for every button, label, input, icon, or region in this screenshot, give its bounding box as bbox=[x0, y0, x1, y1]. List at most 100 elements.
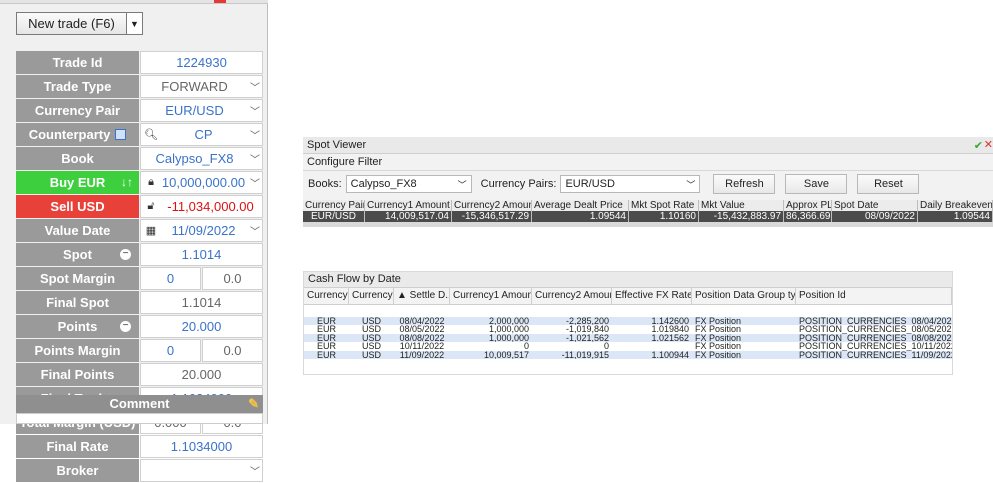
currency-pairs-label: Currency Pairs: bbox=[480, 178, 557, 190]
column-header[interactable]: Effective FX Rate bbox=[612, 288, 692, 304]
counterparty-select[interactable]: 🔍︎ CP ﹀ bbox=[140, 123, 263, 146]
spot-margin-pct-input[interactable]: 0.0 bbox=[202, 267, 263, 290]
currency-pair-label: Currency Pair bbox=[16, 99, 139, 122]
column-header[interactable]: Currency2 Amount bbox=[452, 200, 532, 211]
reset-button[interactable]: Reset bbox=[857, 174, 920, 194]
column-header[interactable]: Average Dealt Price bbox=[532, 200, 629, 211]
final-rate-value: 1.1034000 bbox=[170, 439, 233, 454]
comment-textarea[interactable] bbox=[16, 413, 263, 424]
column-header[interactable]: Currency Pair bbox=[303, 200, 365, 211]
chevron-down-icon[interactable]: ﹀ bbox=[686, 178, 695, 191]
table-row[interactable]: EUR/USD 14,009,517.04 -15,346,517.29 1.0954… bbox=[303, 211, 993, 222]
row-book: Book Calypso_FX8 ﹀ bbox=[16, 147, 263, 170]
column-header[interactable]: Currency1 Amount bbox=[365, 200, 452, 211]
row-spot-margin: Spot Margin 0 0.0 bbox=[16, 267, 263, 290]
currency-pair-value: EUR/USD bbox=[165, 103, 224, 118]
close-icon[interactable]: ✕ bbox=[984, 138, 993, 151]
row-points: Points − 20.000 bbox=[16, 315, 263, 338]
sell-label[interactable]: Sell USD bbox=[16, 195, 139, 218]
pencil-icon[interactable]: ✎ bbox=[248, 395, 259, 413]
table-row[interactable]: EUR USD 10/11/2022 0 0 FX Position POSITION_CU… bbox=[304, 342, 952, 351]
table-cell: POSITION_CURRENCIES_08/08/2022 bbox=[799, 333, 952, 343]
table-row[interactable]: EUR USD 08/08/2022 1,000,000 -1,021,562 1.021… bbox=[304, 333, 952, 343]
contact-card-icon[interactable] bbox=[115, 129, 127, 140]
column-header[interactable]: Currency1 Amount bbox=[450, 288, 532, 304]
table-cell: USD bbox=[361, 325, 381, 334]
value-date-field[interactable]: ▦ 11/09/2022 ﹀ bbox=[140, 219, 263, 242]
final-points-field: 20.000 bbox=[140, 363, 263, 386]
column-header[interactable]: Currency1 bbox=[304, 288, 349, 304]
new-trade-button[interactable]: New trade (F6) bbox=[17, 13, 127, 34]
book-select[interactable]: Calypso_FX8 ﹀ bbox=[140, 147, 263, 170]
buy-label[interactable]: Buy EUR ↓↑ bbox=[16, 171, 139, 194]
table-cell: 86,366.69 bbox=[786, 211, 832, 222]
column-header[interactable]: Approx PL bbox=[784, 200, 832, 211]
points-field[interactable]: 20.000 bbox=[140, 315, 263, 338]
column-header[interactable]: Currency2 Amount bbox=[532, 288, 612, 304]
horizontal-scrollbar[interactable] bbox=[303, 222, 993, 227]
chevron-down-icon[interactable]: ﹀ bbox=[248, 151, 262, 166]
column-header[interactable]: Daily Breakeven bbox=[918, 200, 993, 211]
table-cell: -11,019,915 bbox=[561, 350, 609, 359]
minus-circle-icon[interactable]: − bbox=[120, 249, 131, 260]
spot-margin-input[interactable]: 0 bbox=[140, 267, 201, 290]
currency-pairs-select[interactable]: EUR/USD ﹀ bbox=[560, 175, 701, 193]
spot-margin-fields: 0 0.0 bbox=[140, 267, 263, 290]
refresh-button[interactable]: Refresh bbox=[713, 174, 776, 194]
table-row[interactable]: EUR USD 08/04/2022 2,000,000 -2,285,200 1.142… bbox=[304, 317, 952, 326]
spot-viewer-filter-bar: Books: Calypso_FX8 ﹀ Currency Pairs: EUR… bbox=[303, 171, 993, 197]
table-cell: 08/08/2022 bbox=[399, 333, 445, 343]
buy-amount-field[interactable]: 🔒︎ 10,000,000.00 ﹀ bbox=[140, 171, 263, 194]
table-cell: USD bbox=[361, 342, 381, 351]
column-header[interactable]: Spot Date bbox=[832, 200, 918, 211]
table-cell: 08/09/2022 bbox=[832, 211, 918, 222]
table-cell: EUR bbox=[316, 325, 336, 334]
configure-filter-link[interactable]: Configure Filter bbox=[303, 154, 993, 171]
final-rate-field[interactable]: 1.1034000 bbox=[140, 435, 263, 458]
cash-flow-title: Cash Flow by Date bbox=[304, 272, 952, 288]
column-header[interactable]: Position Id bbox=[796, 288, 952, 304]
table-cell: -1,021,562 bbox=[565, 333, 609, 343]
table-cell: 1.09544 bbox=[918, 211, 993, 222]
trade-id-field[interactable]: 1224930 bbox=[140, 51, 263, 74]
calendar-icon[interactable]: ▦ bbox=[143, 224, 159, 237]
table-cell: 1.019840 bbox=[651, 325, 689, 334]
column-header[interactable]: Currency2 bbox=[349, 288, 394, 304]
new-trade-split-button[interactable]: New trade (F6) ▼ bbox=[16, 12, 143, 35]
points-margin-pct-input[interactable]: 0.0 bbox=[202, 339, 263, 362]
search-icon[interactable]: 🔍︎ bbox=[143, 128, 159, 141]
save-button[interactable]: Save bbox=[785, 174, 848, 194]
row-counterparty: Counterparty 🔍︎ CP ﹀ bbox=[16, 123, 263, 146]
chevron-down-icon[interactable]: ﹀ bbox=[458, 178, 467, 191]
chevron-down-icon[interactable]: ﹀ bbox=[248, 79, 262, 94]
comment-label: Comment bbox=[109, 396, 170, 411]
table-cell: EUR bbox=[316, 350, 336, 359]
check-circle-icon[interactable]: ✔ bbox=[974, 139, 983, 152]
currency-pair-select[interactable]: EUR/USD ﹀ bbox=[140, 99, 263, 122]
column-header[interactable]: ▲ Settle D... bbox=[394, 288, 450, 304]
points-margin-input[interactable]: 0 bbox=[140, 339, 201, 362]
chevron-down-icon[interactable]: ﹀ bbox=[248, 127, 262, 142]
chevron-down-icon[interactable]: ﹀ bbox=[248, 175, 262, 190]
chevron-down-icon[interactable]: ﹀ bbox=[248, 223, 262, 238]
table-row[interactable]: EUR USD 08/05/2022 1,000,000 -1,019,840 1.019… bbox=[304, 325, 952, 334]
chevron-down-icon[interactable]: ﹀ bbox=[248, 463, 262, 478]
column-header[interactable]: Position Data Group type bbox=[692, 288, 796, 304]
final-spot-label: Final Spot bbox=[16, 291, 139, 314]
trade-type-select[interactable]: FORWARD ﹀ bbox=[140, 75, 263, 98]
chevron-down-icon[interactable]: ﹀ bbox=[248, 103, 262, 118]
table-row[interactable]: EUR USD 11/09/2022 10,009,517 -11,019,915 1.1… bbox=[304, 350, 952, 359]
unlock-icon[interactable]: 🔓︎ bbox=[143, 200, 159, 213]
minus-circle-icon[interactable]: − bbox=[120, 321, 131, 332]
new-trade-dropdown-arrow-icon[interactable]: ▼ bbox=[127, 13, 142, 34]
books-select[interactable]: Calypso_FX8 ﹀ bbox=[345, 175, 472, 193]
sell-amount-field[interactable]: 🔓︎ -11,034,000.00 bbox=[140, 195, 263, 218]
swap-icon[interactable]: ↓↑ bbox=[121, 175, 133, 189]
spot-field[interactable]: 1.1014 bbox=[140, 243, 263, 266]
value-date-label: Value Date bbox=[16, 219, 139, 242]
lock-icon[interactable]: 🔒︎ bbox=[143, 176, 159, 189]
column-header[interactable]: Mkt Value bbox=[699, 200, 784, 211]
row-points-margin: Points Margin 0 0.0 bbox=[16, 339, 263, 362]
column-header[interactable]: Mkt Spot Rate bbox=[629, 200, 699, 211]
broker-select[interactable]: ﹀ bbox=[140, 459, 263, 482]
